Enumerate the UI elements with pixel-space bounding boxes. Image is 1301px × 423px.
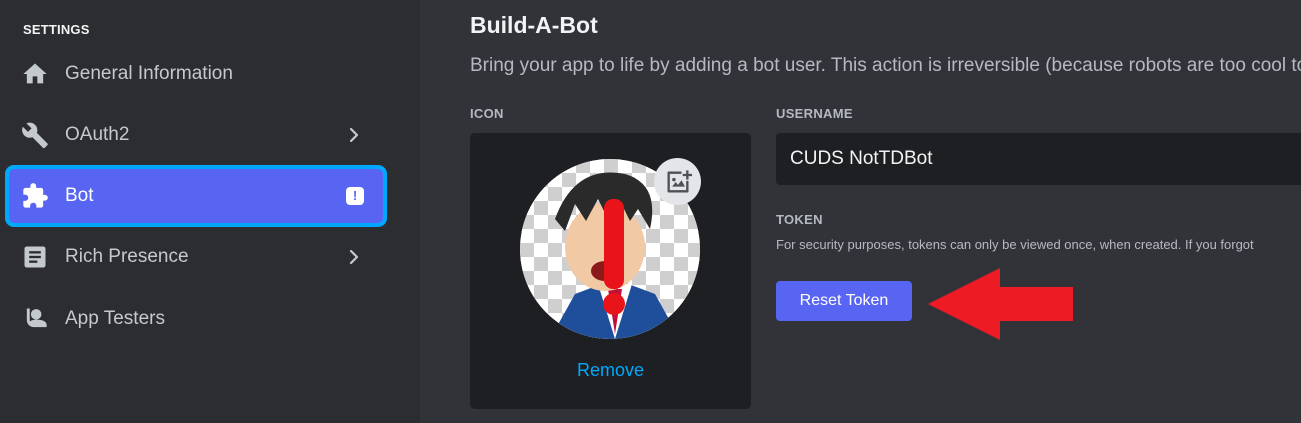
sidebar-item-label: Bot bbox=[65, 185, 94, 206]
sidebar-item-label: General Information bbox=[65, 63, 233, 84]
sidebar-item-oauth2[interactable]: OAuth2 bbox=[8, 107, 384, 163]
sidebar-item-app-testers[interactable]: App Testers bbox=[8, 291, 384, 347]
annotation-arrow-icon bbox=[928, 268, 1073, 340]
icon-label: ICON bbox=[470, 106, 504, 121]
main-content: Build-A-Bot Bring your app to life by ad… bbox=[420, 0, 1301, 423]
sidebar-item-label: App Testers bbox=[65, 308, 165, 329]
icon-uploader[interactable]: Remove bbox=[470, 133, 751, 409]
user-icon bbox=[21, 305, 49, 333]
chevron-right-icon bbox=[346, 249, 362, 265]
sidebar: SETTINGS General Information OAuth2 Bot … bbox=[0, 0, 420, 423]
reset-token-button[interactable]: Reset Token bbox=[776, 281, 912, 321]
alert-badge: ! bbox=[346, 187, 364, 205]
sidebar-item-bot[interactable]: Bot ! bbox=[5, 165, 387, 227]
puzzle-icon bbox=[21, 182, 49, 210]
page-title: Build-A-Bot bbox=[470, 12, 598, 38]
sidebar-item-general-information[interactable]: General Information bbox=[8, 46, 384, 102]
chevron-right-icon bbox=[346, 127, 362, 143]
sidebar-item-rich-presence[interactable]: Rich Presence bbox=[8, 229, 384, 285]
upload-image-button[interactable] bbox=[654, 158, 701, 205]
username-field[interactable] bbox=[776, 133, 1301, 185]
sidebar-item-label: Rich Presence bbox=[65, 246, 189, 267]
token-label: TOKEN bbox=[776, 212, 823, 227]
wrench-icon bbox=[21, 121, 49, 149]
home-icon bbox=[21, 60, 49, 88]
image-upload-icon bbox=[664, 168, 692, 196]
token-help-text: For security purposes, tokens can only b… bbox=[776, 237, 1254, 252]
sidebar-item-label: OAuth2 bbox=[65, 124, 130, 145]
document-icon bbox=[21, 243, 49, 271]
page-description: Bring your app to life by adding a bot u… bbox=[470, 55, 1301, 76]
username-label: USERNAME bbox=[776, 106, 853, 121]
sidebar-section-title: SETTINGS bbox=[23, 22, 90, 37]
remove-avatar-link[interactable]: Remove bbox=[471, 360, 750, 381]
